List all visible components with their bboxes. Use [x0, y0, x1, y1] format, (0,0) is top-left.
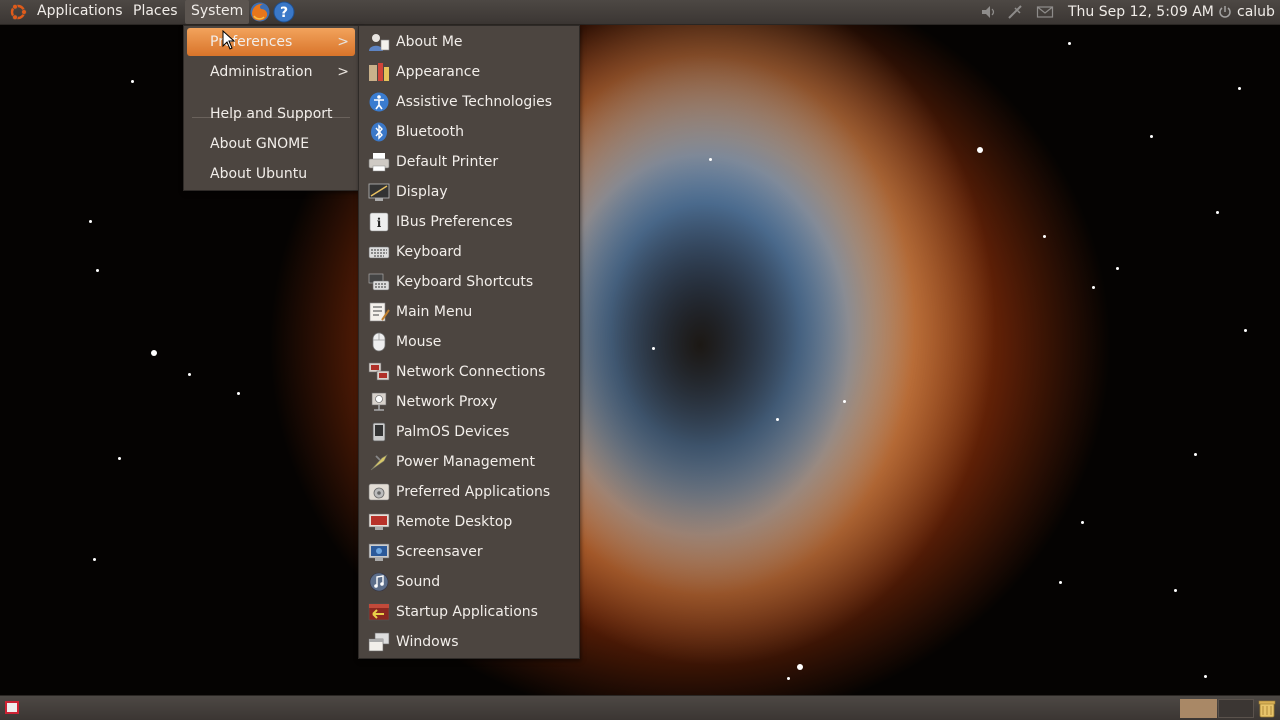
volume-icon[interactable] [980, 4, 998, 20]
menu-item-label: Administration [210, 64, 313, 80]
menu-item-bluetooth[interactable]: Bluetooth [362, 118, 576, 146]
menu-item-label: Remote Desktop [396, 514, 513, 530]
ibus-icon: i [369, 212, 389, 232]
menu-item-label: Power Management [396, 454, 536, 470]
windows-icon [368, 632, 390, 652]
mouse-cursor-icon [222, 30, 236, 50]
applications-menu[interactable]: Applications [31, 0, 129, 24]
chevron-right-icon: > [337, 64, 349, 80]
menu-item-label: Default Printer [396, 154, 499, 170]
places-menu[interactable]: Places [127, 0, 184, 24]
user-name[interactable]: calub [1237, 0, 1275, 24]
workspace-2[interactable] [1218, 699, 1254, 718]
menu-item-network-connections[interactable]: Network Connections [362, 358, 576, 386]
menu-item-assistive-technologies[interactable]: Assistive Technologies [362, 88, 576, 116]
appearance-icon [369, 63, 389, 81]
network-icon[interactable] [1006, 4, 1024, 20]
network-proxy-icon [371, 392, 387, 411]
system-menu[interactable]: System [185, 0, 250, 24]
mouse-icon [372, 332, 386, 352]
menu-item-label: Bluetooth [396, 124, 464, 140]
menu-item-administration[interactable]: Administration > [187, 58, 355, 86]
clock[interactable]: Thu Sep 12, 5:09 AM [1068, 0, 1214, 24]
menu-item-label: About Ubuntu [210, 166, 308, 182]
user-icon [369, 34, 390, 51]
menu-item-keyboard[interactable]: Keyboard [362, 238, 576, 266]
menu-item-label: Main Menu [396, 304, 473, 320]
menu-item-label: Help and Support [210, 106, 333, 122]
menu-item-label: Sound [396, 574, 441, 590]
menu-item-power-management[interactable]: Power Management [362, 448, 576, 476]
menu-item-label: Display [396, 184, 448, 200]
menu-item-screensaver[interactable]: Screensaver [362, 538, 576, 566]
system-dropdown: Preferences > Administration > Help and … [183, 25, 359, 191]
svg-text:?: ? [280, 5, 288, 21]
display-icon [368, 183, 390, 201]
menu-item-about-ubuntu[interactable]: About Ubuntu [187, 160, 355, 188]
keyboard-shortcuts-icon [368, 273, 390, 291]
menu-item-label: IBus Preferences [396, 214, 513, 230]
network-connections-icon [368, 362, 390, 381]
help-icon[interactable]: ? [273, 1, 295, 23]
menu-item-help-and-support[interactable]: Help and Support [187, 100, 355, 128]
menu-item-label: Keyboard [396, 244, 462, 260]
accessibility-icon [369, 92, 389, 112]
preferences-submenu: About Me Appearance Assistive Technologi… [358, 25, 580, 659]
show-desktop-icon[interactable] [5, 701, 19, 714]
menu-item-palmos-devices[interactable]: PalmOS Devices [362, 418, 576, 446]
menu-item-label: About Me [396, 34, 463, 50]
menu-item-label: About GNOME [210, 136, 310, 152]
menu-item-display[interactable]: Display [362, 178, 576, 206]
menu-item-label: Assistive Technologies [396, 94, 553, 110]
menu-item-preferred-applications[interactable]: Preferred Applications [362, 478, 576, 506]
screensaver-icon [368, 543, 390, 561]
menu-item-keyboard-shortcuts[interactable]: Keyboard Shortcuts [362, 268, 576, 296]
preferred-apps-icon [368, 483, 390, 501]
power-icon[interactable] [1218, 4, 1232, 20]
top-panel: Applications Places System ? Thu Sep 12,… [0, 0, 1280, 25]
printer-icon [368, 153, 390, 172]
trash-icon[interactable] [1257, 698, 1277, 718]
bluetooth-icon [371, 122, 387, 142]
firefox-icon[interactable] [249, 1, 271, 23]
ubuntu-logo-icon[interactable] [9, 3, 27, 21]
menu-item-remote-desktop[interactable]: Remote Desktop [362, 508, 576, 536]
menu-item-appearance[interactable]: Appearance [362, 58, 576, 86]
menu-item-label: Windows [396, 634, 459, 650]
menu-item-startup-applications[interactable]: Startup Applications [362, 598, 576, 626]
menu-item-network-proxy[interactable]: Network Proxy [362, 388, 576, 416]
menu-item-label: Network Connections [396, 364, 546, 380]
menu-item-label: Mouse [396, 334, 442, 350]
menu-item-sound[interactable]: Sound [362, 568, 576, 596]
startup-apps-icon [368, 603, 390, 621]
menu-item-main-menu[interactable]: Main Menu [362, 298, 576, 326]
bottom-panel [0, 695, 1280, 720]
menu-item-about-gnome[interactable]: About GNOME [187, 130, 355, 158]
menu-item-label: Startup Applications [396, 604, 538, 620]
menu-item-ibus-preferences[interactable]: i IBus Preferences [362, 208, 576, 236]
keyboard-icon [368, 246, 390, 259]
menu-item-windows[interactable]: Windows [362, 628, 576, 656]
svg-text:i: i [377, 216, 382, 230]
power-management-icon [370, 454, 388, 471]
menu-item-label: Network Proxy [396, 394, 498, 410]
menu-item-label: Appearance [396, 64, 481, 80]
menu-item-preferences[interactable]: Preferences > [187, 28, 355, 56]
workspace-1[interactable] [1180, 699, 1217, 718]
mail-icon[interactable] [1036, 4, 1054, 20]
chevron-right-icon: > [337, 34, 349, 50]
menu-item-label: Screensaver [396, 544, 483, 560]
sound-icon [369, 572, 389, 592]
menu-item-mouse[interactable]: Mouse [362, 328, 576, 356]
menu-item-label: Preferred Applications [396, 484, 551, 500]
menu-item-about-me[interactable]: About Me [362, 28, 576, 56]
remote-desktop-icon [368, 513, 390, 530]
menu-item-default-printer[interactable]: Default Printer [362, 148, 576, 176]
main-menu-icon [369, 302, 390, 322]
menu-item-label: PalmOS Devices [396, 424, 510, 440]
menu-item-label: Keyboard Shortcuts [396, 274, 534, 290]
palm-device-icon [372, 422, 386, 442]
